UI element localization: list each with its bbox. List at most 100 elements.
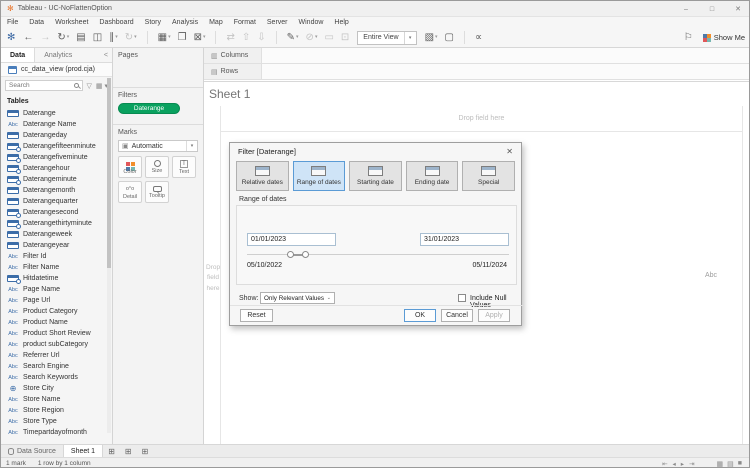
Search Engine[interactable]: Search Engine bbox=[1, 361, 112, 372]
apply-button[interactable]: Apply bbox=[478, 309, 510, 322]
Daterangefiveminute[interactable]: Daterangefiveminute bbox=[1, 152, 112, 163]
Daterangeday[interactable]: Daterangeday bbox=[1, 130, 112, 141]
group-members-icon[interactable]: ⊘▾ bbox=[306, 33, 318, 43]
scrollbar-thumb[interactable] bbox=[107, 78, 111, 268]
menu-item[interactable]: File bbox=[7, 19, 18, 26]
flag-icon[interactable]: ⚐▾ bbox=[684, 33, 693, 43]
rows-drop-area[interactable] bbox=[262, 64, 750, 79]
filters-card[interactable]: Filters Daterange bbox=[113, 88, 203, 125]
tab-data[interactable]: Data bbox=[1, 48, 35, 62]
collapse-pane-icon[interactable]: < bbox=[104, 52, 112, 59]
Daterangeyear[interactable]: Daterangeyear bbox=[1, 240, 112, 251]
close-icon[interactable]: ✕ bbox=[506, 147, 513, 156]
tooltip-button[interactable]: Tooltip bbox=[145, 181, 169, 203]
tab-range-of-dates[interactable]: Range of dates bbox=[293, 161, 346, 191]
undo-icon[interactable]: ←▾ bbox=[23, 33, 33, 43]
tableau-logo-icon[interactable]: ✻ bbox=[7, 32, 15, 43]
Daterange[interactable]: Daterange bbox=[1, 108, 112, 119]
tab-data-source[interactable]: Data Source bbox=[1, 445, 63, 457]
menu-item[interactable]: Help bbox=[334, 19, 348, 26]
run-updates-icon[interactable]: ↻▾ bbox=[125, 33, 137, 43]
slider-handle-start[interactable] bbox=[287, 251, 294, 258]
data-pane-scrollbar[interactable] bbox=[107, 78, 111, 433]
replay-icon[interactable]: ↻▾ bbox=[57, 33, 69, 43]
Page Name[interactable]: Page Name bbox=[1, 284, 112, 295]
swap-axes-icon[interactable]: ⇄▾ bbox=[226, 33, 234, 43]
menu-item[interactable]: Map bbox=[209, 19, 223, 26]
columns-shelf[interactable]: ▥ Columns bbox=[204, 48, 750, 64]
end-date-input[interactable] bbox=[420, 233, 509, 246]
tab-sheet-1[interactable]: Sheet 1 bbox=[63, 445, 103, 457]
share-icon[interactable]: ∝▾ bbox=[475, 33, 482, 43]
text-button[interactable]: Text bbox=[172, 156, 196, 178]
pause-updates-icon[interactable]: ∥▾ bbox=[109, 33, 118, 43]
reset-button[interactable]: Reset bbox=[240, 309, 273, 322]
search-input[interactable] bbox=[9, 82, 59, 89]
ok-button[interactable]: OK bbox=[404, 309, 436, 322]
fit-dropdown[interactable]: Entire View ▾ bbox=[357, 31, 416, 45]
sort-ascending-icon[interactable]: ⇧▾ bbox=[242, 33, 250, 43]
last-sheet-icon[interactable]: ⇥ bbox=[689, 460, 694, 468]
show-filmstrip-icon[interactable]: ▤ bbox=[727, 460, 734, 468]
show-sheet-sorter-icon[interactable]: ■ bbox=[738, 460, 742, 468]
minimize-icon[interactable]: – bbox=[673, 1, 699, 17]
show-mark-labels-icon[interactable]: ▭▾ bbox=[324, 33, 333, 43]
columns-drop-area[interactable] bbox=[262, 48, 750, 63]
close-icon[interactable]: ✕ bbox=[725, 1, 750, 17]
menu-item[interactable]: Dashboard bbox=[99, 19, 133, 26]
show-hide-cards-icon[interactable]: ▧▾ bbox=[425, 33, 438, 43]
Hitdatetime[interactable]: Hitdatetime bbox=[1, 273, 112, 284]
Daterange Name[interactable]: Daterange Name bbox=[1, 119, 112, 130]
Daterangefifteenminute[interactable]: Daterangefifteenminute bbox=[1, 141, 112, 152]
Daterangehour[interactable]: Daterangehour bbox=[1, 163, 112, 174]
filter-pill-daterange[interactable]: Daterange bbox=[118, 103, 180, 114]
Search Keywords[interactable]: Search Keywords bbox=[1, 372, 112, 383]
tab-ending-date[interactable]: Ending date bbox=[406, 161, 459, 191]
show-values-dropdown[interactable]: Only Relevant Values ⌄ bbox=[260, 292, 335, 304]
search-box[interactable] bbox=[5, 80, 83, 91]
detail-button[interactable]: Detail bbox=[118, 181, 142, 203]
start-date-input[interactable] bbox=[247, 233, 336, 246]
Daterangesecond[interactable]: Daterangesecond bbox=[1, 207, 112, 218]
menu-item[interactable]: Story bbox=[145, 19, 161, 26]
Product Name[interactable]: Product Name bbox=[1, 317, 112, 328]
clear-sheet-icon[interactable]: ⊠▾ bbox=[194, 33, 206, 43]
product subCategory[interactable]: product subCategory bbox=[1, 339, 112, 350]
Store Name[interactable]: Store Name bbox=[1, 394, 112, 405]
redo-icon[interactable]: →▾ bbox=[40, 33, 50, 43]
Daterangethirtyminute[interactable]: Daterangethirtyminute bbox=[1, 218, 112, 229]
menu-item[interactable]: Server bbox=[267, 19, 288, 26]
Daterangemonth[interactable]: Daterangemonth bbox=[1, 185, 112, 196]
pages-card[interactable]: Pages bbox=[113, 48, 203, 88]
size-button[interactable]: Size bbox=[145, 156, 169, 178]
slider-handle-end[interactable] bbox=[302, 251, 309, 258]
Store Type[interactable]: Store Type bbox=[1, 416, 112, 427]
menu-item[interactable]: Worksheet bbox=[55, 19, 88, 26]
new-worksheet-icon[interactable]: ▦▾ bbox=[158, 33, 171, 43]
highlight-icon[interactable]: ✎▾ bbox=[287, 33, 299, 43]
rows-shelf[interactable]: ▤ Rows bbox=[204, 64, 750, 80]
datasource-row[interactable]: cc_data_view (prod.cja) bbox=[1, 63, 112, 77]
fix-axes-icon[interactable]: ⊡▾ bbox=[341, 33, 349, 43]
previous-sheet-icon[interactable]: ◂ bbox=[673, 460, 676, 468]
maximize-icon[interactable]: □ bbox=[699, 1, 725, 17]
Product Short Review[interactable]: Product Short Review bbox=[1, 328, 112, 339]
menu-item[interactable]: Window bbox=[299, 19, 324, 26]
Timepartdayofmonth[interactable]: Timepartdayofmonth bbox=[1, 427, 112, 436]
Filter Id[interactable]: Filter Id bbox=[1, 251, 112, 262]
Daterangeminute[interactable]: Daterangeminute bbox=[1, 174, 112, 185]
tab-relative-dates[interactable]: Relative dates bbox=[236, 161, 289, 191]
menu-item[interactable]: Data bbox=[29, 19, 44, 26]
show-tabs-icon[interactable]: ▦ bbox=[717, 460, 724, 468]
Filter Name[interactable]: Filter Name bbox=[1, 262, 112, 273]
duplicate-icon[interactable]: ❐▾ bbox=[178, 33, 187, 43]
tab-starting-date[interactable]: Starting date bbox=[349, 161, 402, 191]
new-dashboard-icon[interactable]: ⊞ bbox=[120, 445, 137, 457]
Referrer Url[interactable]: Referrer Url bbox=[1, 350, 112, 361]
tab-analytics[interactable]: Analytics bbox=[35, 48, 81, 62]
tab-special[interactable]: Special bbox=[462, 161, 515, 191]
Store City[interactable]: Store City bbox=[1, 383, 112, 394]
filter-fields-icon[interactable]: ▽ bbox=[87, 82, 92, 90]
color-button[interactable]: Color bbox=[118, 156, 142, 178]
Daterangeweek[interactable]: Daterangeweek bbox=[1, 229, 112, 240]
